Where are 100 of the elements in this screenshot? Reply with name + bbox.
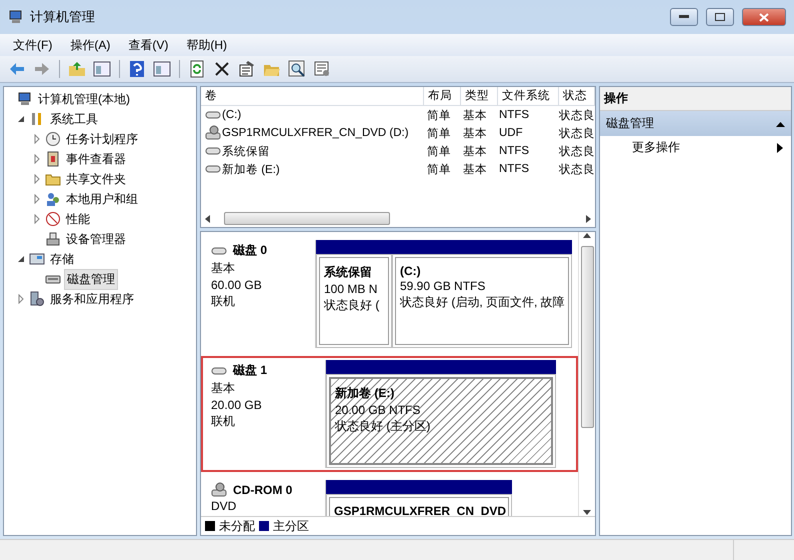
- clock-icon: [45, 131, 61, 147]
- tree-item[interactable]: 系统工具: [48, 110, 100, 128]
- column-header[interactable]: 文件系统: [498, 87, 559, 105]
- tree-item[interactable]: 本地用户和组: [64, 190, 140, 208]
- window-title: 计算机管理: [30, 8, 96, 26]
- partition-name: 系统保留: [324, 264, 373, 281]
- table-cell-text: 基本: [462, 144, 488, 158]
- table-cell-text: 状态良: [558, 162, 595, 176]
- table-cell-text: 状态良: [558, 144, 595, 158]
- table-cell-text: 简单: [426, 108, 452, 122]
- table-cell-text: NTFS: [498, 109, 530, 121]
- tree-item[interactable]: 共享文件夹: [64, 170, 128, 188]
- close-icon: [759, 12, 769, 22]
- table-cell-text: UDF: [498, 127, 524, 139]
- disk-name: 磁盘 1: [233, 362, 268, 379]
- disk-size: 20.00 GB: [211, 398, 263, 412]
- disk-status: 联机: [211, 293, 236, 310]
- arrow-icon: [777, 142, 783, 152]
- scroll-right-icon[interactable]: [584, 214, 592, 222]
- settings-icon: [313, 60, 331, 78]
- scroll-left-icon[interactable]: [204, 214, 212, 222]
- tree-item[interactable]: 事件查看器: [64, 150, 128, 168]
- partition-name: 新加卷 (E:): [335, 385, 396, 402]
- scrollbar-thumb[interactable]: [580, 246, 594, 428]
- table-cell-text: 简单: [426, 144, 452, 158]
- scrollbar-thumb[interactable]: [224, 212, 390, 225]
- column-header[interactable]: 类型: [461, 87, 498, 105]
- tree-item[interactable]: 计算机管理(本地): [36, 90, 132, 108]
- panel-toggle-icon: [153, 60, 171, 78]
- forward-icon: [33, 60, 51, 78]
- tree-item[interactable]: 设备管理器: [64, 230, 128, 248]
- refresh-icon: [188, 60, 206, 78]
- tree-item[interactable]: 任务计划程序: [64, 130, 140, 148]
- tree-item[interactable]: 存储: [48, 250, 76, 268]
- actions-header: 操作: [600, 87, 791, 111]
- maximize-icon: [715, 13, 725, 21]
- disk-name: 磁盘 0: [233, 242, 268, 259]
- actions-section[interactable]: 磁盘管理: [600, 111, 791, 136]
- table-cell-text: 状态良: [558, 108, 595, 122]
- disk-type: DVD: [211, 499, 238, 513]
- table-cell-text: NTFS: [498, 163, 530, 175]
- minimize-icon: [679, 15, 689, 19]
- storage-icon: [29, 251, 45, 267]
- partition[interactable]: (C:) 59.90 GB NTFS 状态良好 (启动, 页面文件, 故障: [392, 254, 572, 348]
- tree-item[interactable]: 磁盘管理: [64, 268, 118, 290]
- users-icon: [45, 191, 61, 207]
- table-cell-text: 新加卷 (E:): [222, 162, 280, 176]
- tree-item[interactable]: 服务和应用程序: [48, 290, 136, 308]
- caret-icon: [776, 120, 785, 126]
- expander-icon[interactable]: [16, 254, 26, 264]
- properties-icon: [238, 60, 256, 78]
- partition-name: (C:): [400, 264, 422, 278]
- help-icon: [128, 60, 146, 78]
- table-cell: (C:): [222, 109, 242, 121]
- column-header[interactable]: 卷: [201, 87, 424, 105]
- legend-label: 未分配: [219, 518, 255, 534]
- maximize-button[interactable]: [706, 8, 734, 26]
- column-header[interactable]: 状态: [559, 87, 595, 105]
- table-cell-text: 基本: [462, 162, 488, 176]
- table-cell-text: NTFS: [498, 145, 530, 157]
- partition-size: 59.90 GB NTFS: [400, 279, 486, 293]
- minimize-button[interactable]: [670, 8, 698, 26]
- computer-icon: [8, 9, 24, 25]
- panel-toggle-icon: [93, 60, 111, 78]
- partition-status: 状态良好 (: [324, 297, 380, 314]
- scroll-up-icon[interactable]: [583, 232, 591, 240]
- partition-size: 100 MB N: [324, 282, 378, 296]
- disk-size: 60.00 GB: [211, 278, 263, 292]
- partition[interactable]: 新加卷 (E:) 20.00 GB NTFS 状态良好 (主分区): [326, 374, 556, 468]
- expander-icon[interactable]: [16, 114, 26, 124]
- tree-item[interactable]: 性能: [64, 210, 92, 228]
- table-cell-text: 基本: [462, 126, 488, 140]
- column-header[interactable]: 布局: [424, 87, 461, 105]
- services-icon: [29, 291, 45, 307]
- menu-item[interactable]: 帮助(H): [177, 36, 236, 54]
- menu-item[interactable]: 查看(V): [119, 36, 178, 54]
- partition-size: 20.00 GB NTFS: [335, 403, 422, 417]
- disk-type: 基本: [211, 260, 236, 277]
- action-item[interactable]: 更多操作: [600, 136, 791, 159]
- log-icon: [45, 151, 61, 167]
- search-icon: [288, 60, 306, 78]
- table-cell-text: 简单: [426, 162, 452, 176]
- delete-icon: [213, 60, 231, 78]
- scroll-down-icon[interactable]: [583, 508, 591, 516]
- table-cell-text: 简单: [426, 126, 452, 140]
- partition[interactable]: 系统保留 100 MB N 状态良好 (: [316, 254, 392, 348]
- table-cell-text: 系统保留: [222, 144, 270, 158]
- disk-type: 基本: [211, 380, 236, 397]
- partition-status: 状态良好 (启动, 页面文件, 故障: [400, 294, 564, 311]
- partition-status: 状态良好 (主分区): [335, 418, 432, 435]
- disk-status: 联机: [211, 413, 236, 430]
- table-cell-text: 状态良: [558, 126, 595, 140]
- close-button[interactable]: [742, 8, 786, 26]
- disk-name: CD-ROM 0: [233, 483, 292, 497]
- folder-up-icon: [68, 60, 86, 78]
- table-cell: GSP1RMCULXFRER_CN_DVD (D:): [222, 127, 409, 139]
- menu-item[interactable]: 文件(F): [4, 36, 62, 54]
- device-icon: [45, 231, 61, 247]
- table-cell-text: 基本: [462, 108, 488, 122]
- menu-item[interactable]: 操作(A): [61, 36, 120, 54]
